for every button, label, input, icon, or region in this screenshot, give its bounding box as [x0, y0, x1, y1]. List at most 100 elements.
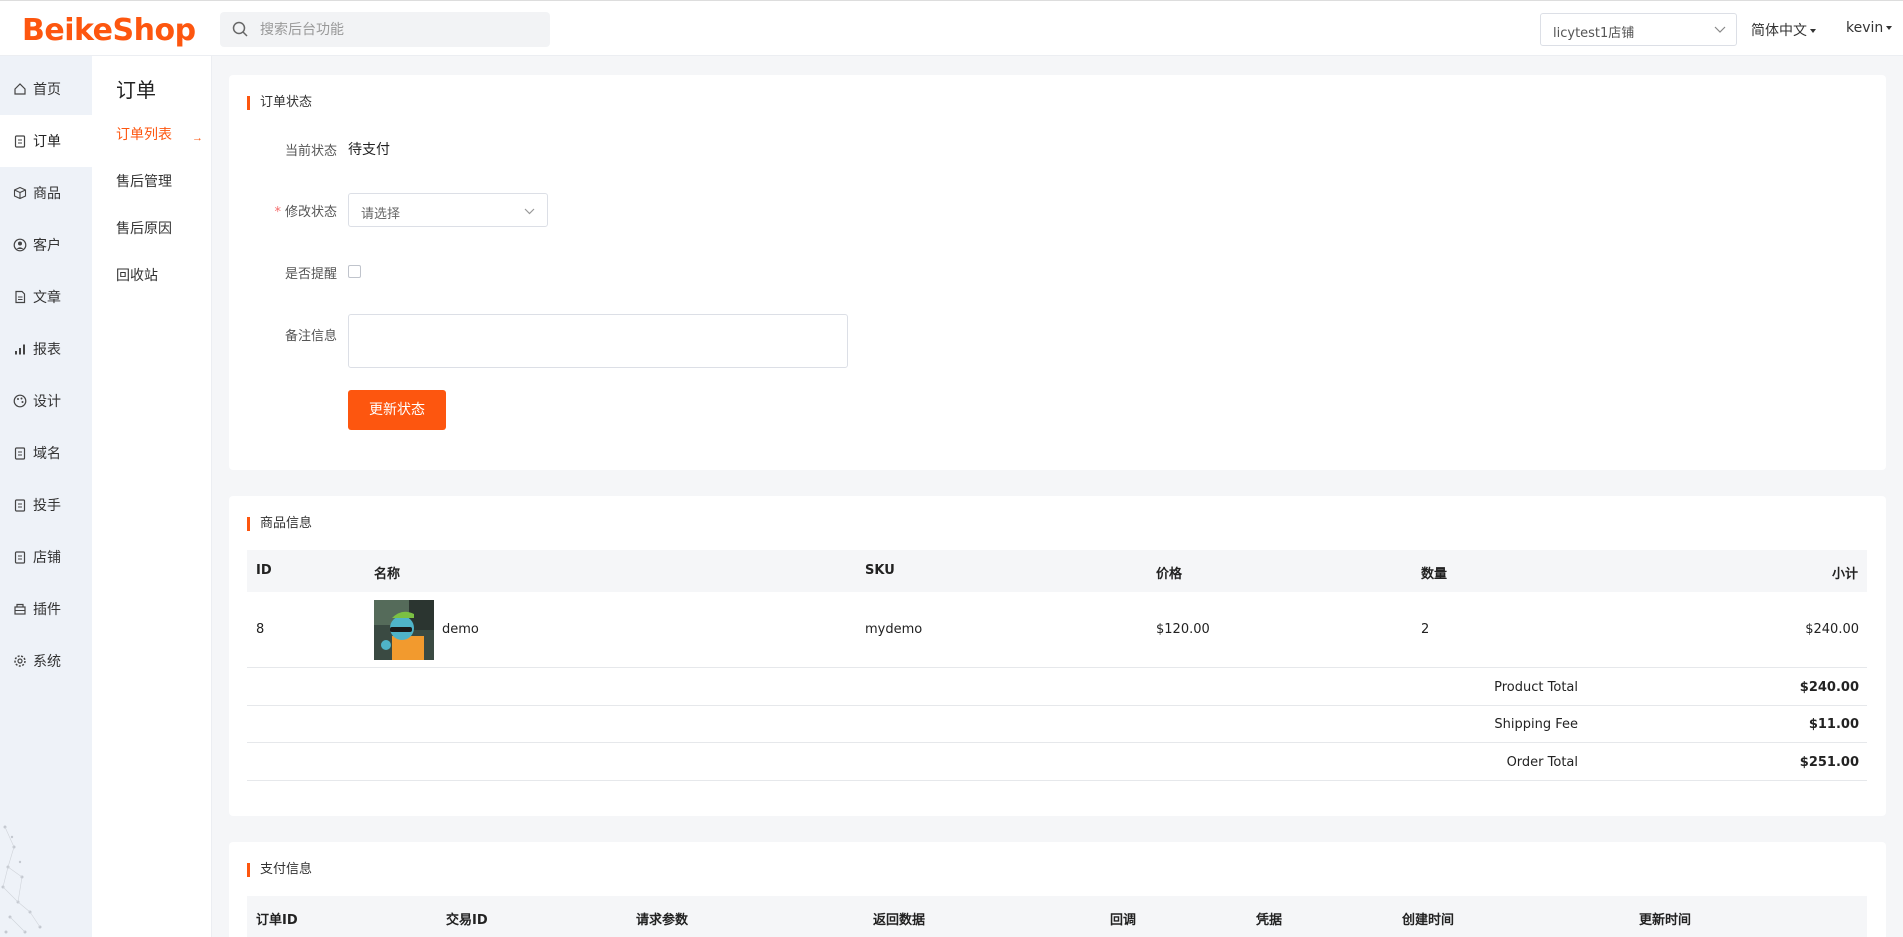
user-circle-icon: [13, 238, 27, 252]
subnav-title: 订单: [116, 78, 156, 102]
row-price: $120.00: [1156, 622, 1210, 637]
nav-label: 域名: [33, 446, 61, 462]
search-icon: [232, 21, 248, 37]
nav-item-stores[interactable]: 店铺: [0, 531, 92, 583]
nav-item-orders[interactable]: 订单: [0, 115, 92, 167]
nav-item-system[interactable]: 系统: [0, 635, 92, 687]
arrow-right-icon: →: [192, 132, 203, 144]
nav-item-home[interactable]: 首页: [0, 63, 92, 115]
nav-item-domains[interactable]: 域名: [0, 427, 92, 479]
row-name[interactable]: demo: [442, 622, 479, 637]
payment-table-header: 订单ID 交易ID 请求参数 返回数据 回调 凭据 创建时间 更新时间: [247, 896, 1867, 937]
current-status-label: 当前状态: [284, 144, 337, 159]
nav-label: 订单: [33, 134, 61, 150]
nav-label: 店铺: [33, 550, 61, 566]
left-nav: 首页 订单 商品 客户 文章 报表 设计 域名 投手 店铺 插件 系统: [0, 56, 92, 937]
caret-down-icon: [1810, 29, 1816, 33]
user-dropdown[interactable]: kevin: [1846, 20, 1893, 36]
product-total-label: Product Total: [1494, 680, 1578, 695]
box-icon: [13, 186, 27, 200]
nav-item-reports[interactable]: 报表: [0, 323, 92, 375]
chevron-down-icon: [524, 208, 535, 215]
order-total-value: $251.00: [1799, 755, 1859, 770]
nav-label: 商品: [33, 186, 61, 202]
modify-status-text: 修改状态: [284, 205, 337, 220]
notify-label: 是否提醒: [284, 267, 337, 282]
subnav-item-order-list[interactable]: 订单列表: [116, 124, 172, 144]
bar-chart-icon: [15, 344, 25, 355]
nav-label: 报表: [33, 342, 61, 358]
palette-icon: [13, 394, 27, 408]
col-created-at: 创建时间: [1402, 913, 1455, 928]
col-name: 名称: [374, 567, 401, 582]
card-title: 订单状态: [247, 96, 312, 110]
col-id: ID: [256, 563, 272, 578]
current-status-value: 待支付: [348, 142, 390, 158]
subnav-item-after-sales-reasons[interactable]: 售后原因: [116, 218, 172, 238]
clipboard-icon: [14, 499, 26, 512]
notify-checkbox[interactable]: [348, 265, 361, 278]
card-title: 商品信息: [247, 517, 312, 531]
subnav-item-after-sales[interactable]: 售后管理: [116, 171, 172, 191]
home-icon: [14, 83, 26, 95]
col-callback: 回调: [1110, 913, 1137, 928]
order-total-label: Order Total: [1506, 755, 1578, 770]
clipboard-icon: [14, 447, 26, 460]
comment-label: 备注信息: [284, 329, 337, 344]
col-request-params: 请求参数: [636, 913, 689, 928]
col-price: 价格: [1156, 567, 1183, 582]
store-select[interactable]: licytest1店铺: [1540, 13, 1737, 46]
nav-label: 文章: [33, 290, 61, 306]
chevron-down-icon: [1714, 26, 1726, 33]
network-decoration: [1, 825, 42, 934]
required-mark: *: [274, 205, 281, 220]
nav-label: 客户: [33, 238, 61, 254]
gear-icon: [14, 655, 26, 667]
search-input[interactable]: [260, 12, 540, 47]
nav-item-design[interactable]: 设计: [0, 375, 92, 427]
logo[interactable]: BeikeShop: [22, 13, 196, 48]
row-qty: 2: [1421, 622, 1430, 637]
nav-item-buyers[interactable]: 投手: [0, 479, 92, 531]
divider: [247, 780, 1867, 781]
product-table-header: ID 名称 SKU 价格 数量 小计: [247, 550, 1867, 592]
status-select-placeholder: 请选择: [361, 207, 401, 222]
nav-item-plugins[interactable]: 插件: [0, 583, 92, 635]
nav-item-articles[interactable]: 文章: [0, 271, 92, 323]
comment-textarea[interactable]: [348, 314, 848, 368]
row-subtotal: $240.00: [1805, 622, 1859, 637]
divider: [247, 705, 1867, 706]
product-info-card: 商品信息 ID 名称 SKU 价格 数量 小计 8 demo mydemo $1…: [229, 496, 1886, 816]
col-sku: SKU: [865, 563, 895, 578]
status-select[interactable]: 请选择: [348, 193, 548, 227]
document-icon: [15, 290, 26, 304]
order-status-card: 订单状态 当前状态 待支付 * 修改状态 请选择 是否提醒 备注信息 更新状态: [229, 75, 1886, 470]
nav-item-products[interactable]: 商品: [0, 167, 92, 219]
subnav-item-recycle-bin[interactable]: 回收站: [116, 265, 158, 285]
product-image[interactable]: [374, 600, 434, 660]
user-label: kevin: [1846, 20, 1884, 36]
divider: [247, 742, 1867, 743]
nav-label: 插件: [33, 602, 61, 618]
col-updated-at: 更新时间: [1639, 913, 1692, 928]
search-box[interactable]: [220, 12, 550, 47]
col-response-data: 返回数据: [873, 913, 926, 928]
col-order-id: 订单ID: [256, 913, 298, 928]
product-total-value: $240.00: [1799, 680, 1859, 695]
row-sku: mydemo: [865, 622, 923, 637]
nav-label: 设计: [33, 394, 61, 410]
col-qty: 数量: [1421, 567, 1448, 582]
nav-label: 投手: [33, 498, 61, 514]
nav-label: 系统: [33, 654, 61, 670]
modify-status-label: * 修改状态: [229, 201, 337, 220]
shipping-fee-value: $11.00: [1808, 717, 1859, 732]
store-select-value: licytest1店铺: [1553, 26, 1635, 41]
divider: [247, 667, 1867, 668]
row-id: 8: [256, 622, 265, 637]
nav-item-customers[interactable]: 客户: [0, 219, 92, 271]
sub-nav: 订单 订单列表 → 售后管理 售后原因 回收站: [92, 56, 212, 937]
card-title: 支付信息: [247, 863, 312, 877]
language-dropdown[interactable]: 简体中文: [1751, 20, 1816, 40]
update-status-button[interactable]: 更新状态: [348, 390, 446, 430]
language-label: 简体中文: [1751, 23, 1807, 39]
